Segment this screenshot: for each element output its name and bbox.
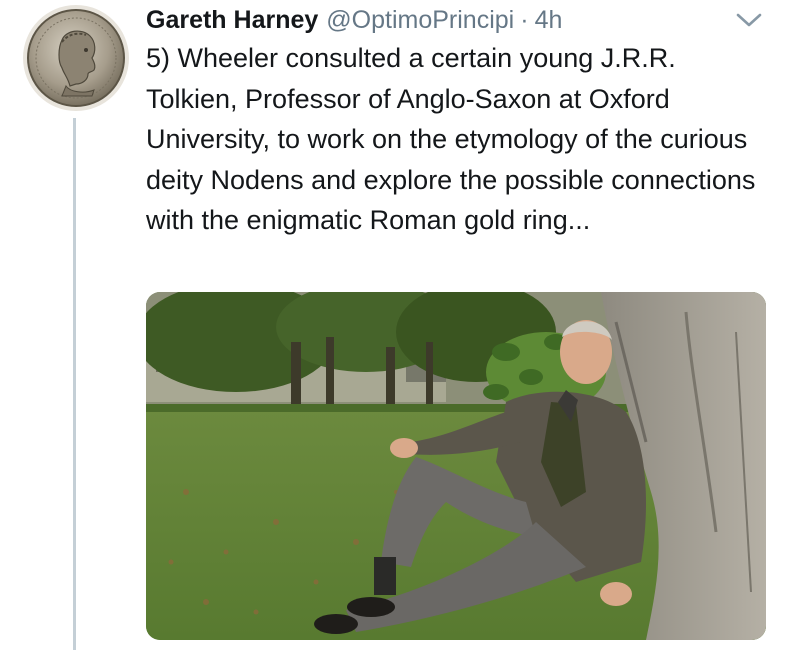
tweet-photo[interactable] [146,292,766,640]
tweet-header: Gareth Harney @OptimoPrincipi · 4h [146,2,562,38]
tweet-menu-button[interactable] [734,10,764,30]
thread-connector-line [73,118,76,650]
author-handle[interactable]: @OptimoPrincipi [326,2,514,38]
tweet-text: 5) Wheeler consulted a certain young J.R… [146,43,756,235]
photo-man-sitting-against-tree [146,292,766,640]
tweet-timestamp[interactable]: 4h [535,2,563,38]
author-name[interactable]: Gareth Harney [146,2,318,38]
chevron-down-icon [736,13,762,27]
author-avatar[interactable] [22,4,130,112]
tweet[interactable]: Gareth Harney @OptimoPrincipi · 4h 5) Wh… [0,0,790,650]
roman-coin-avatar-icon [23,5,129,111]
header-separator: · [520,6,529,34]
